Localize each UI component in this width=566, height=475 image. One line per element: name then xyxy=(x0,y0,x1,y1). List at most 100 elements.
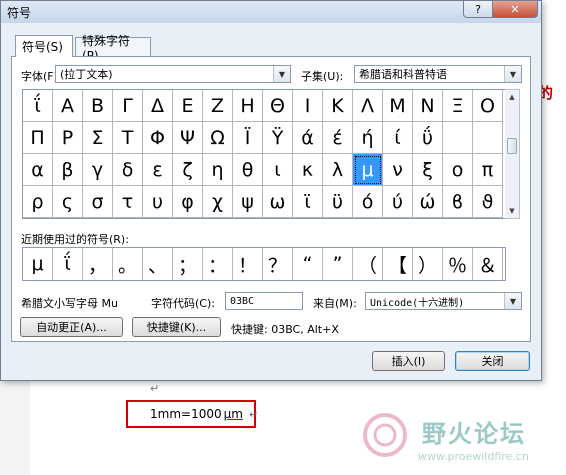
insert-button[interactable]: 插入(I) xyxy=(372,351,445,371)
scroll-up-icon[interactable]: ▲ xyxy=(505,90,519,104)
symbol-cell[interactable]: ξ xyxy=(413,154,443,186)
chevron-down-icon[interactable]: ▼ xyxy=(504,293,521,309)
symbol-cell[interactable]: α xyxy=(23,154,53,186)
from-select[interactable]: Unicode(十六进制) ▼ xyxy=(365,292,522,310)
symbol-cell[interactable]: ζ xyxy=(173,154,203,186)
symbol-cell[interactable]: π xyxy=(473,154,503,186)
tab-special-chars[interactable]: 特殊字符(P) xyxy=(75,34,151,63)
symbol-cell[interactable]: Β xyxy=(83,90,113,122)
symbol-cell[interactable]: λ xyxy=(323,154,353,186)
symbol-cell[interactable]: Μ xyxy=(383,90,413,122)
symbol-cell[interactable]: σ xyxy=(83,186,113,218)
symbol-grid-scrollbar[interactable]: ▲ ▼ xyxy=(505,89,520,219)
symbol-cell[interactable]: Ε xyxy=(173,90,203,122)
recent-symbol-cell[interactable]: ， xyxy=(83,248,113,280)
recent-symbols[interactable]: μ ΐ，。、；：！？ “” （【）％＆ xyxy=(22,247,506,281)
symbol-cell[interactable]: ς xyxy=(53,186,83,218)
char-code-input[interactable]: 03BC xyxy=(225,292,303,310)
recent-symbol-cell[interactable]: 【 xyxy=(383,248,413,280)
symbol-cell[interactable]: ϑ xyxy=(473,186,503,218)
symbol-cell[interactable]: Λ xyxy=(353,90,383,122)
subset-select[interactable]: 希腊语和科普特语 ▼ xyxy=(354,65,522,83)
symbol-cell[interactable]: ω xyxy=(263,186,293,218)
chevron-down-icon[interactable]: ▼ xyxy=(504,66,521,82)
symbol-cell[interactable]: ύ xyxy=(383,186,413,218)
symbol-cell[interactable]: Ψ xyxy=(173,122,203,154)
recent-symbol-cell[interactable]: ΐ xyxy=(53,248,83,280)
symbol-cell[interactable]: Τ xyxy=(113,122,143,154)
symbol-cell[interactable]: Δ xyxy=(143,90,173,122)
recent-symbol-cell[interactable]: “ xyxy=(293,248,323,280)
symbol-cell[interactable]: δ xyxy=(113,154,143,186)
symbol-cell[interactable]: ο xyxy=(443,154,473,186)
symbol-cell[interactable]: ι xyxy=(263,154,293,186)
symbol-cell[interactable]: Θ xyxy=(263,90,293,122)
recent-symbol-cell[interactable]: ！ xyxy=(233,248,263,280)
chevron-down-icon[interactable]: ▼ xyxy=(273,66,290,82)
recent-symbol-cell[interactable]: ％ xyxy=(443,248,473,280)
symbol-cell[interactable]: χ xyxy=(203,186,233,218)
symbol-cell[interactable]: Ρ xyxy=(53,122,83,154)
symbol-cell[interactable]: Ν xyxy=(413,90,443,122)
symbol-cell[interactable]: β xyxy=(53,154,83,186)
shortcut-key-button[interactable]: 快捷键(K)... xyxy=(132,317,221,337)
symbol-cell[interactable]: Η xyxy=(233,90,263,122)
symbol-cell[interactable]: γ xyxy=(83,154,113,186)
symbol-cell[interactable]: κ xyxy=(293,154,323,186)
symbol-grid[interactable]: ΐΑΒΓΔΕΖΗΘΙΚΛΜΝΞΟ ΠΡΣΤΦΨΩΪΫάέήίΰ αβγδεζηθικ… xyxy=(22,89,506,219)
symbol-cell[interactable] xyxy=(443,122,473,154)
symbol-cell[interactable]: θ xyxy=(233,154,263,186)
symbol-cell[interactable]: έ xyxy=(323,122,353,154)
symbol-cell[interactable]: Σ xyxy=(83,122,113,154)
symbol-cell[interactable]: ϊ xyxy=(293,186,323,218)
recent-symbol-cell[interactable]: ； xyxy=(173,248,203,280)
recent-symbol-cell[interactable]: ） xyxy=(413,248,443,280)
symbol-cell[interactable]: ΰ xyxy=(413,122,443,154)
symbol-cell[interactable]: ϋ xyxy=(323,186,353,218)
recent-symbol-cell[interactable]: ” xyxy=(323,248,353,280)
recent-symbol-cell[interactable]: ？ xyxy=(263,248,293,280)
symbol-cell[interactable]: ό xyxy=(353,186,383,218)
symbol-cell[interactable]: Φ xyxy=(143,122,173,154)
autocorrect-button[interactable]: 自动更正(A)... xyxy=(20,317,123,337)
symbol-cell[interactable]: τ xyxy=(113,186,143,218)
symbol-cell[interactable]: ά xyxy=(293,122,323,154)
symbol-cell[interactable]: υ xyxy=(143,186,173,218)
symbol-cell[interactable]: Ξ xyxy=(443,90,473,122)
recent-symbol-cell[interactable]: ＆ xyxy=(473,248,503,280)
tab-symbols[interactable]: 符号(S) xyxy=(15,35,73,57)
symbol-cell[interactable]: Ι xyxy=(293,90,323,122)
symbol-cell[interactable]: Ϋ xyxy=(263,122,293,154)
symbol-cell[interactable]: ί xyxy=(383,122,413,154)
symbol-cell[interactable]: ώ xyxy=(413,186,443,218)
symbol-cell[interactable]: Ο xyxy=(473,90,503,122)
symbol-cell[interactable]: η xyxy=(203,154,233,186)
title-bar[interactable]: 符号 xyxy=(1,1,541,23)
scroll-thumb[interactable] xyxy=(507,138,517,154)
recent-symbol-cell[interactable]: μ xyxy=(23,248,53,280)
symbol-cell[interactable]: Γ xyxy=(113,90,143,122)
symbol-cell[interactable]: Α xyxy=(53,90,83,122)
symbol-cell[interactable]: Ζ xyxy=(203,90,233,122)
highlighted-formula[interactable]: 1mm=1000 μm ↵ xyxy=(126,400,258,428)
recent-symbol-cell[interactable]: 、 xyxy=(143,248,173,280)
recent-symbol-cell[interactable]: （ xyxy=(353,248,383,280)
symbol-cell[interactable]: Κ xyxy=(323,90,353,122)
help-button[interactable]: ? xyxy=(463,1,493,18)
symbol-cell[interactable]: ε xyxy=(143,154,173,186)
symbol-cell-selected[interactable]: μ xyxy=(353,154,383,186)
symbol-cell[interactable]: φ xyxy=(173,186,203,218)
symbol-cell[interactable]: Ω xyxy=(203,122,233,154)
symbol-cell[interactable]: ϐ xyxy=(443,186,473,218)
symbol-cell[interactable]: ψ xyxy=(233,186,263,218)
symbol-cell[interactable]: Ϊ xyxy=(233,122,263,154)
font-select[interactable]: (拉丁文本) ▼ xyxy=(55,65,291,83)
symbol-cell[interactable] xyxy=(473,122,503,154)
symbol-cell[interactable]: ή xyxy=(353,122,383,154)
recent-symbol-cell[interactable]: 。 xyxy=(113,248,143,280)
symbol-cell[interactable]: ν xyxy=(383,154,413,186)
close-icon[interactable]: ✕ xyxy=(492,1,538,18)
close-button[interactable]: 关闭 xyxy=(455,351,530,371)
symbol-cell[interactable]: ΐ xyxy=(23,90,53,122)
recent-symbol-cell[interactable]: ： xyxy=(203,248,233,280)
